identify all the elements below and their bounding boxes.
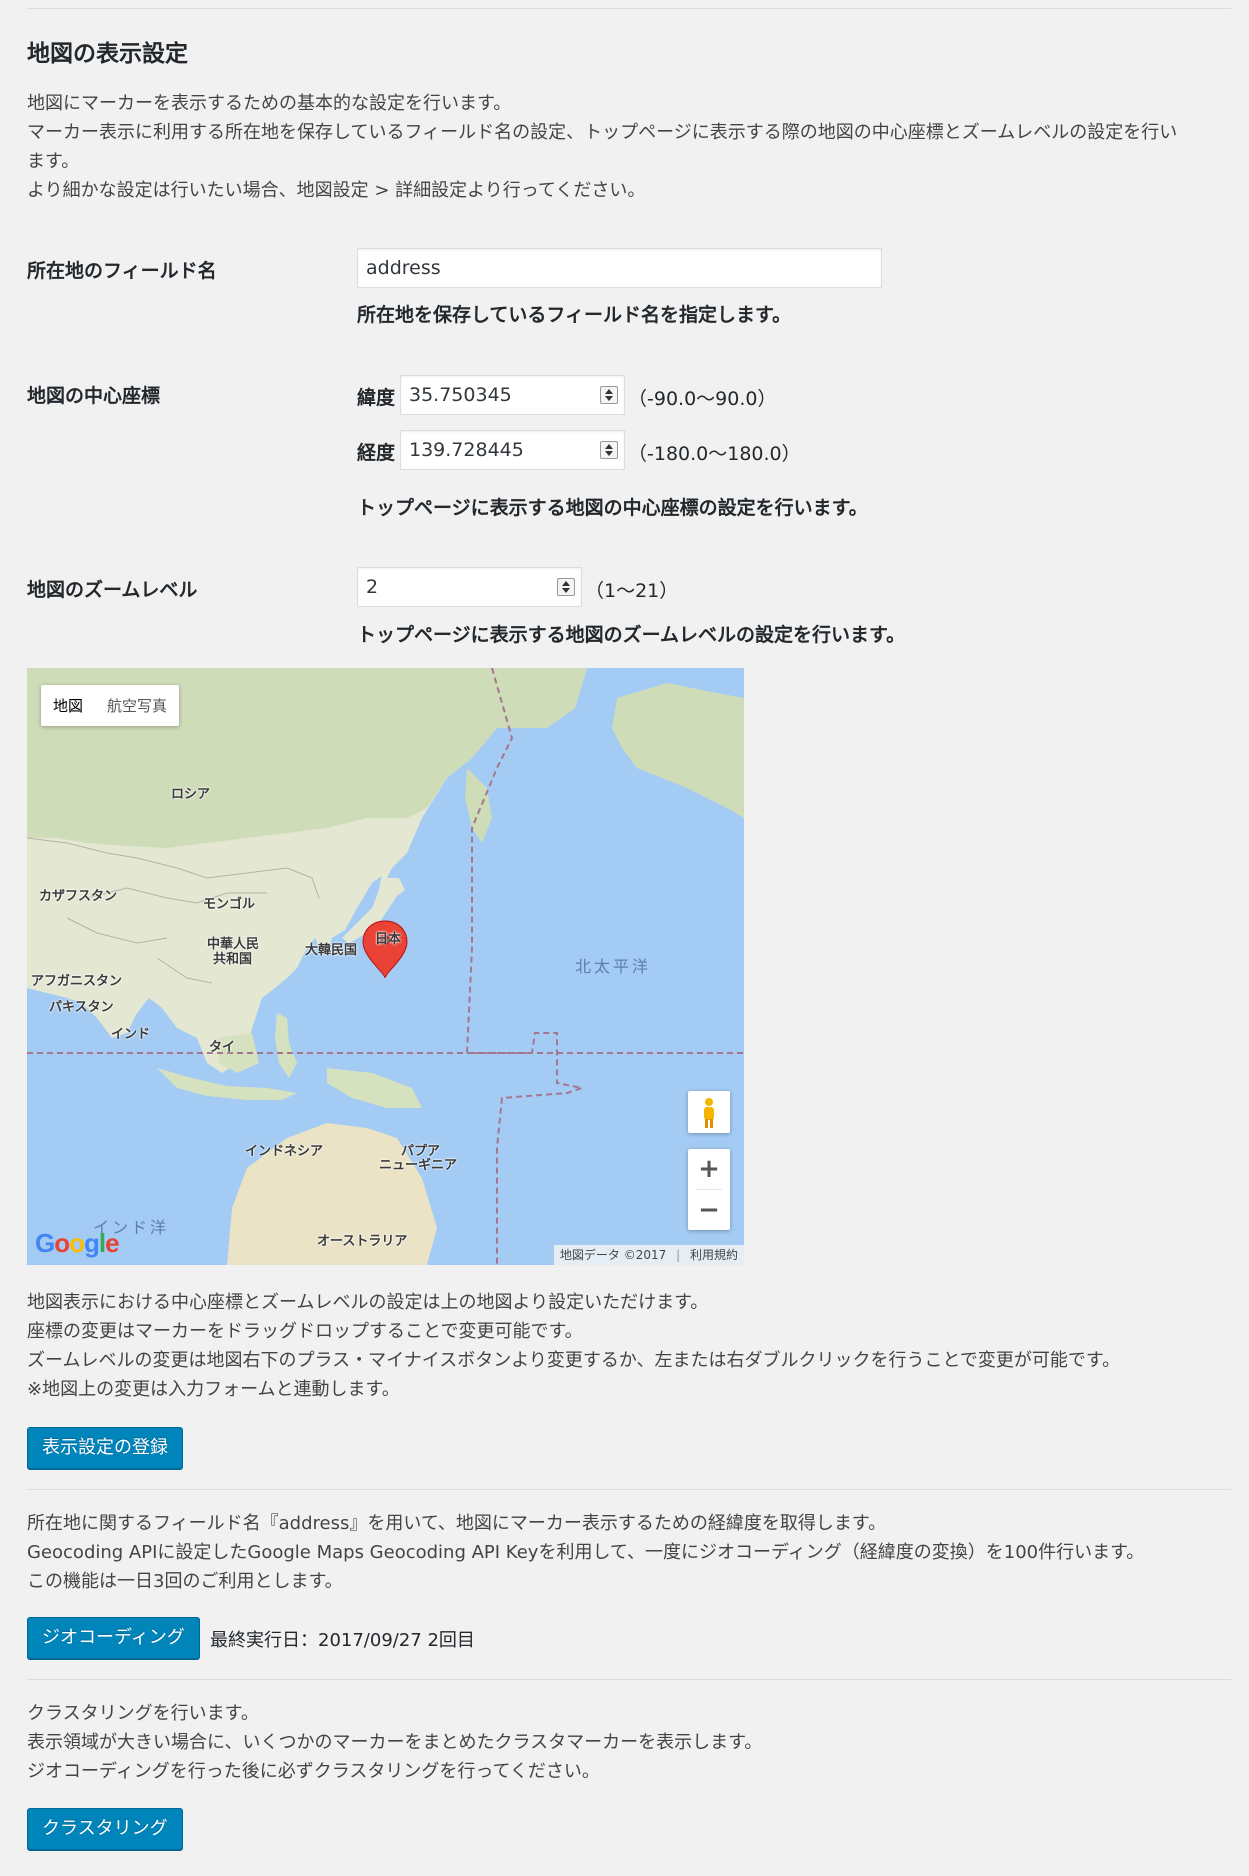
clustering-button[interactable]: クラスタリング <box>27 1808 183 1850</box>
map-label-pakistan: パキスタン <box>49 1000 114 1015</box>
settings-page: 地図の表示設定 地図にマーカーを表示するための基本的な設定を行います。 マーカー… <box>0 0 1249 1876</box>
map-type-satellite-button[interactable]: 航空写真 <box>95 695 179 716</box>
spinner-icon[interactable] <box>557 578 575 596</box>
field-name-label: 所在地のフィールド名 <box>27 260 217 282</box>
zoom-description: トップページに表示する地図のズームレベルの設定を行います。 <box>357 624 906 646</box>
section-divider <box>27 1489 1231 1490</box>
map-label-indonesia: インドネシア <box>245 1144 324 1159</box>
geocoding-button[interactable]: ジオコーディング <box>27 1617 200 1659</box>
kamchatka <box>465 768 492 843</box>
google-logo: Google <box>35 1228 120 1258</box>
pegman-icon <box>704 1098 714 1128</box>
map-help-line: 座標の変更はマーカーをドラッグドロップすることで変更可能です。 <box>27 1321 583 1342</box>
map-attribution: 地図データ ©2017 | 利用規約 <box>553 1245 744 1265</box>
map-label-japan: 日本 <box>375 932 402 947</box>
map-label-afghanistan: アフガニスタン <box>31 974 123 989</box>
latitude-input[interactable]: 35.750345 <box>400 375 625 415</box>
geocoding-line: この機能は一日3回のご利用とします。 <box>27 1571 343 1592</box>
intro-line: 地図にマーカーを表示するための基本的な設定を行います。 <box>27 93 512 114</box>
zoom-input[interactable]: 2 <box>357 567 582 607</box>
intro-line: より細かな設定は行いたい場合、地図設定 > 詳細設定より行ってください。 <box>27 180 646 201</box>
terms-link[interactable]: 利用規約 <box>690 1248 738 1262</box>
center-label: 地図の中心座標 <box>27 385 161 407</box>
center-description: トップページに表示する地図の中心座標の設定を行います。 <box>357 497 868 519</box>
field-name-description: 所在地を保存しているフィールド名を指定します。 <box>357 304 792 326</box>
zoom-value: 2 <box>366 576 379 598</box>
latitude-range: （-90.0〜90.0） <box>628 388 777 410</box>
map-label-mongolia: モンゴル <box>203 897 256 912</box>
map-label-thailand: タイ <box>209 1040 236 1055</box>
zoom-range: （1〜21） <box>585 580 679 602</box>
clustering-line: ジオコーディングを行った後に必ずクラスタリングを行ってください。 <box>27 1761 600 1782</box>
street-view-pegman[interactable] <box>688 1091 730 1133</box>
alaska-landmass <box>612 683 744 818</box>
map-label-russia: ロシア <box>171 787 211 802</box>
page-title: 地図の表示設定 <box>27 41 188 67</box>
clustering-line: クラスタリングを行います。 <box>27 1703 259 1724</box>
longitude-range: （-180.0〜180.0） <box>628 443 801 465</box>
intro-line: マーカー表示に利用する所在地を保存しているフィールド名の設定、トップページに表示… <box>27 122 1178 143</box>
map-help-line: ※地図上の変更は入力フォームと連動します。 <box>27 1379 400 1400</box>
spinner-icon[interactable] <box>600 386 618 404</box>
section-divider <box>27 1679 1231 1680</box>
longitude-input[interactable]: 139.728445 <box>400 430 625 470</box>
geocoding-text: 所在地に関するフィールド名『address』を用いて、地図にマーカー表示するため… <box>27 1509 1144 1596</box>
map-label-kazakhstan: カザフスタン <box>39 889 118 904</box>
map-label-papua-2: ニューギニア <box>379 1158 458 1173</box>
last-run-status: 最終実行日：2017/09/27 2回目 <box>210 1630 475 1651</box>
zoom-control: + − <box>688 1149 730 1230</box>
zoom-in-button[interactable]: + <box>688 1149 730 1189</box>
intro-line: ます。 <box>27 151 80 172</box>
philippines <box>275 1013 297 1078</box>
geocoding-line: 所在地に関するフィールド名『address』を用いて、地図にマーカー表示するため… <box>27 1513 887 1534</box>
date-line <box>465 668 586 1265</box>
map-label-pacific: 北太平洋 <box>575 957 652 976</box>
zoom-out-button[interactable]: − <box>688 1190 730 1230</box>
map-help-text: 地図表示における中心座標とズームレベルの設定は上の地図より設定いただけます。 座… <box>27 1288 1120 1404</box>
map-label-korea: 大韓民国 <box>305 943 358 958</box>
map-type-map-button[interactable]: 地図 <box>41 695 95 716</box>
map-help-line: 地図表示における中心座標とズームレベルの設定は上の地図より設定いただけます。 <box>27 1292 709 1313</box>
map-label-china-2: 共和国 <box>213 952 253 967</box>
clustering-line: 表示領域が大きい場合に、いくつかのマーカーをまとめたクラスタマーカーを表示します… <box>27 1732 763 1753</box>
zoom-label: 地図のズームレベル <box>27 579 198 601</box>
clustering-text: クラスタリングを行います。 表示領域が大きい場合に、いくつかのマーカーをまとめた… <box>27 1699 762 1786</box>
latitude-label: 緯度 <box>357 387 396 409</box>
intro-text: 地図にマーカーを表示するための基本的な設定を行います。 マーカー表示に利用する所… <box>27 89 1227 205</box>
map-label-india: インド <box>111 1027 151 1042</box>
indonesia-islands <box>157 1068 297 1100</box>
map-data-credit: 地図データ ©2017 <box>559 1248 667 1262</box>
spinner-icon[interactable] <box>600 441 618 459</box>
field-name-input[interactable]: address <box>357 248 882 288</box>
latitude-value: 35.750345 <box>409 384 512 406</box>
geocoding-line: Geocoding APIに設定したGoogle Maps Geocoding … <box>27 1542 1145 1563</box>
longitude-label: 経度 <box>357 442 396 464</box>
map-type-control: 地図 航空写真 <box>41 685 180 726</box>
map-help-line: ズームレベルの変更は地図右下のプラス・マイナイスボタンより変更するか、左または右… <box>27 1350 1121 1371</box>
save-display-settings-button[interactable]: 表示設定の登録 <box>27 1427 183 1469</box>
top-divider <box>27 8 1231 9</box>
new-guinea <box>327 1068 422 1108</box>
map-label-australia: オーストラリア <box>317 1234 408 1249</box>
map-view[interactable]: 地図 航空写真 ロシア カザフスタン モンゴル 中華人民 共和国 大韓民国 日本… <box>27 668 744 1265</box>
longitude-value: 139.728445 <box>409 439 524 461</box>
